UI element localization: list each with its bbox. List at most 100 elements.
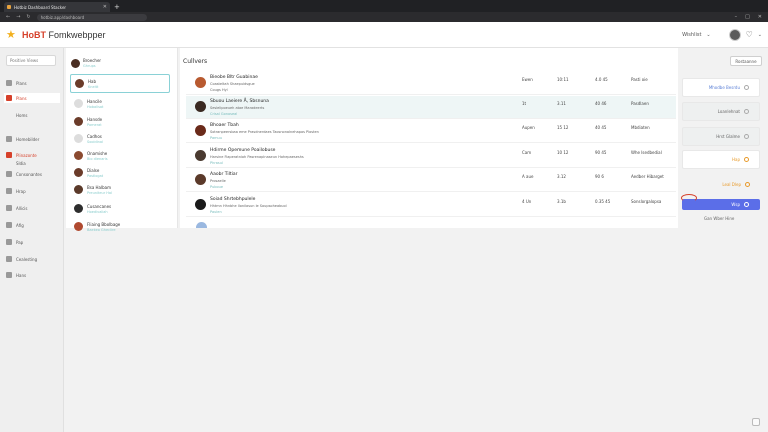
sidebar-item-label: Hrap xyxy=(16,188,26,194)
table-row[interactable]: Soiad Shrtebhpulele Hhtmn Hhnbhe Ilonila… xyxy=(186,194,676,217)
row-subtitle-2: Cougs Hyl xyxy=(210,88,228,92)
row-subtitle: Hhtmn Hhnbhe Ilonilasun le Soupsoheabuol xyxy=(210,204,287,208)
sidebar-item-label: Pap xyxy=(16,239,24,245)
row-subtitle: Seslelipoeueh atae Maradeerts xyxy=(210,106,265,110)
bell-icon[interactable]: ♡ xyxy=(746,30,753,39)
list-header[interactable]: Broecher Ghrups xyxy=(71,56,111,70)
list-item[interactable]: Bsa Halbam Preuniteur Hal xyxy=(70,180,170,199)
card-label: Hap xyxy=(732,157,740,162)
browser-tab[interactable]: Hotbiz Dashboard Stacker ✕ xyxy=(4,2,110,12)
back-icon[interactable]: ← xyxy=(6,14,10,20)
close-tab-icon[interactable]: ✕ xyxy=(103,4,107,10)
row-title: Aaobr Tiltiar xyxy=(210,172,238,177)
sidebar-item[interactable]: Afig xyxy=(4,220,60,230)
sidebar-item[interactable]: Plans xyxy=(4,78,60,88)
grid-icon xyxy=(6,239,12,245)
list-item[interactable]: Hancile Hobalisat xyxy=(70,94,170,113)
action-card[interactable]: Leal Dlep xyxy=(682,175,760,194)
contact-list: Broecher Ghrups Hab Kneitt Hancile Hobalis… xyxy=(66,48,178,232)
avatar xyxy=(195,150,206,161)
sidebar-item[interactable]: Pap xyxy=(4,237,60,247)
action-card[interactable]: Hap xyxy=(682,150,760,169)
rostaanne-button[interactable]: Rostaanne xyxy=(730,56,762,66)
avatar xyxy=(195,125,206,136)
action-card[interactable]: Mhodbe Besrdu xyxy=(682,78,760,97)
row-col-1: Ewen xyxy=(522,77,533,82)
list-item-name: Fliaing Bbolbage xyxy=(87,221,121,227)
forward-icon[interactable]: → xyxy=(16,14,20,20)
action-card[interactable]: Hrst Glalme xyxy=(682,127,760,146)
action-card[interactable]: Loanlehnat xyxy=(682,102,760,121)
row-subtitle: Harsine Fiaperatnioh Pasrenaplnaseun Hoh… xyxy=(210,155,304,159)
table-row[interactable]: Hdirme Opemune Poailobuse Harsine Fiaper… xyxy=(186,145,676,168)
row-col-4: Sonslorgalopsa xyxy=(631,199,662,204)
list-item[interactable]: Cusancanes Hoedivaliah xyxy=(70,199,170,218)
table-row-highlighted[interactable]: Sbuou Laeiere Å, Sbsnuna Seslelipoeueh a… xyxy=(186,96,676,119)
new-tab-icon[interactable]: + xyxy=(114,2,120,12)
sidebar-item[interactable]: Hans xyxy=(4,270,60,280)
close-window-icon[interactable]: ✕ xyxy=(758,14,762,20)
maximize-icon[interactable]: □ xyxy=(745,14,750,20)
sidebar-item[interactable]: Homebilder xyxy=(4,134,60,144)
star-logo-icon[interactable]: ★ xyxy=(6,29,16,40)
row-col-3: 40 46 xyxy=(595,101,607,106)
sidebar-item[interactable]: Sldia xyxy=(4,158,60,168)
row-subtitle-2: Pamuu xyxy=(210,136,222,140)
card-label: Wsp xyxy=(731,202,740,207)
sidebar-item[interactable]: Consonantes xyxy=(4,169,60,179)
avatar xyxy=(74,117,83,126)
avatar xyxy=(74,204,83,213)
reload-icon[interactable]: ↻ xyxy=(26,14,30,20)
table-row[interactable]: Aaobr Tiltiar Prosaelle Puboue A aue 3.1… xyxy=(186,169,676,192)
blank-icon xyxy=(6,160,12,166)
sidebar-item[interactable]: Homs xyxy=(4,110,60,120)
wishlist-menu[interactable]: Wishlist xyxy=(682,32,701,38)
primary-action-button[interactable]: Wsp xyxy=(681,194,760,210)
cursor-highlight-icon xyxy=(681,194,697,202)
minimize-icon[interactable]: – xyxy=(735,14,738,20)
table-row[interactable]: Bhoaer Tbah Sotranpeersbaa eme Prasdnerd… xyxy=(186,120,676,143)
sidebar-item-label: Hans xyxy=(16,272,27,278)
blank-icon xyxy=(6,112,12,118)
row-subtitle-2: Crisal Gonoseal xyxy=(210,112,238,116)
row-subtitle-2: Paulen xyxy=(210,210,222,214)
avatar xyxy=(74,185,83,194)
row-subtitle-2: Phrasul xyxy=(210,161,223,165)
row-subtitle: Coasteltah Shaepuidsgue xyxy=(210,82,255,86)
list-header-sub: Ghrups xyxy=(83,64,96,68)
row-col-1: Cam xyxy=(522,150,532,155)
row-title: Bieobe Bltr Guabinae xyxy=(210,75,258,80)
table-row[interactable]: Bieobe Bltr Guabinae Coasteltah Shaepuid… xyxy=(186,72,676,95)
avatar xyxy=(195,174,206,185)
sidebar-item[interactable]: Cealesting xyxy=(4,254,60,264)
sidebar-item-label: Homebilder xyxy=(16,136,40,142)
row-col-4: Whe Isedbedial xyxy=(631,150,662,155)
list-item[interactable]: Hab Kneitt xyxy=(70,74,170,93)
sidebar-item-active[interactable]: Plans xyxy=(4,93,60,103)
list-item-sub: Pomerat xyxy=(87,122,102,127)
sidebar-filter-button[interactable]: Positive Views xyxy=(6,55,56,66)
sidebar-item[interactable]: Allicis xyxy=(4,203,60,213)
row-col-2: 3.1b xyxy=(557,199,566,204)
header-actions: Wishlist ⌄ ♡ ⌄ xyxy=(682,28,762,41)
sidebar-item[interactable]: Hrap xyxy=(4,186,60,196)
check-circle-icon xyxy=(744,109,749,114)
home-icon xyxy=(6,80,12,86)
chevron-down-icon[interactable]: ⌄ xyxy=(758,32,762,38)
list-item[interactable]: Fliaing Bbolbage Baekeo Gheclire xyxy=(70,217,170,236)
address-bar[interactable]: hotbiz.app/dashboard xyxy=(36,13,147,21)
image-icon xyxy=(6,222,12,228)
list-header-name: Broecher xyxy=(83,58,102,63)
window-controls: – □ ✕ xyxy=(735,14,762,20)
row-subtitle-2: Puboue xyxy=(210,185,224,189)
browser-tabbar: Hotbiz Dashboard Stacker ✕ + xyxy=(0,0,768,12)
resize-corner-icon[interactable] xyxy=(752,418,760,426)
row-subtitle: Prosaelle xyxy=(210,179,226,183)
list-item-name: Hab xyxy=(88,78,96,84)
chevron-down-icon[interactable]: ⌄ xyxy=(706,32,710,38)
avatar[interactable] xyxy=(728,28,741,41)
row-col-3: 90 45 xyxy=(595,150,607,155)
right-panel: Rostaanne Mhodbe Besrdu Loanlehnat Hrst … xyxy=(680,48,768,432)
avatar xyxy=(195,101,206,112)
row-col-1: A aue xyxy=(522,174,534,179)
